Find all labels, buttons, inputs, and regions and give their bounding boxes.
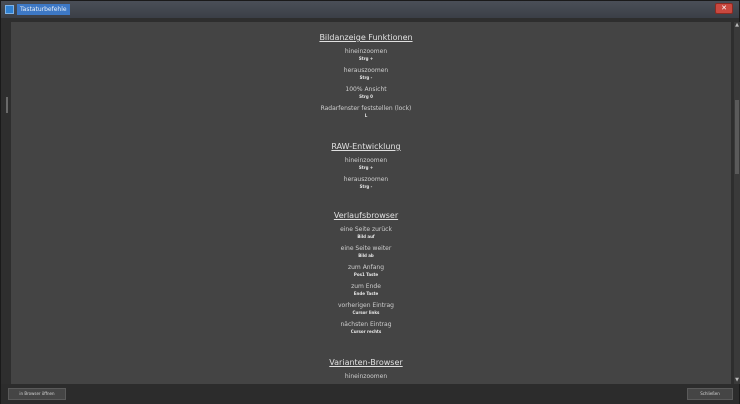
shortcut-section: RAW-Entwicklung hineinzoomen Strg + herausz… (11, 141, 721, 190)
shortcut-entry: herauszoomen Strg - (11, 176, 721, 190)
title-bar[interactable]: Tastaturbefehle ✕ (1, 1, 739, 18)
open-in-browser-button[interactable]: in Browser öffnen (8, 388, 66, 400)
section-heading: Varianten-Browser (329, 358, 403, 367)
shortcut-list: Bildanzeige Funktionen hineinzoomen Strg +… (11, 22, 721, 381)
shortcut-action-label: 100% Ansicht (345, 86, 387, 93)
shortcut-key-label: Strg + (358, 56, 374, 61)
shortcut-entry: nächsten Eintrag Cursor rechts (11, 321, 721, 335)
scroll-down-arrow-icon[interactable]: ▼ (734, 377, 740, 384)
section-heading: RAW-Entwicklung (331, 142, 401, 151)
shortcut-entry: zum Ende Ende Taste (11, 283, 721, 297)
shortcut-action-label: hineinzoomen (344, 48, 388, 55)
shortcut-list-panel[interactable]: Bildanzeige Funktionen hineinzoomen Strg +… (11, 22, 731, 384)
shortcut-section: Bildanzeige Funktionen hineinzoomen Strg +… (11, 32, 721, 119)
shortcut-action-label: hineinzoomen (344, 373, 388, 380)
shortcut-entry: hineinzoomen Strg + (11, 48, 721, 62)
shortcut-entry: eine Seite weiter Bild ab (11, 245, 721, 259)
shortcut-action-label: vorherigen Eintrag (338, 302, 394, 309)
shortcuts-window: Tastaturbefehle ✕ Bildanzeige Funktionen… (0, 0, 740, 404)
shortcut-action-label: Radarfenster feststellen (lock) (320, 105, 412, 112)
shortcut-key-label: Cursor rechts (350, 329, 382, 334)
shortcut-action-label: hineinzoomen (344, 157, 388, 164)
shortcut-key-label: Ende Taste (353, 291, 379, 296)
section-heading: Bildanzeige Funktionen (319, 33, 413, 42)
shortcut-entry: 100% Ansicht Strg 0 (11, 86, 721, 100)
shortcut-key-label: Bild auf (357, 234, 375, 239)
scroll-thumb[interactable] (735, 100, 739, 174)
shortcut-key-label: Strg 0 (359, 94, 373, 99)
window-title: Tastaturbefehle (17, 4, 70, 15)
shortcut-action-label: eine Seite zurück (340, 226, 392, 233)
shortcut-key-label: Cursor links (352, 310, 380, 315)
close-button[interactable]: Schließen (687, 388, 733, 400)
section-heading: Verlaufsbrowser (333, 211, 399, 220)
shortcut-section: Varianten-Browser hineinzoomen (11, 357, 721, 381)
shortcut-action-label: zum Ende (351, 283, 381, 290)
shortcut-key-label: Strg - (359, 75, 373, 80)
shortcut-key-label: L (364, 113, 368, 118)
shortcut-section: Verlaufsbrowser eine Seite zurück Bild auf… (11, 210, 721, 335)
shortcut-entry: herauszoomen Strg - (11, 67, 721, 81)
footer-bar: in Browser öffnen Schließen (1, 384, 739, 404)
vertical-scrollbar[interactable]: ▲ ▼ (734, 22, 740, 384)
app-icon (5, 5, 14, 14)
shortcut-action-label: herauszoomen (343, 176, 389, 183)
left-edge-marker (6, 97, 8, 113)
shortcut-action-label: nächsten Eintrag (340, 321, 392, 328)
shortcut-entry: vorherigen Eintrag Cursor links (11, 302, 721, 316)
shortcut-entry: hineinzoomen Strg + (11, 157, 721, 171)
shortcut-entry: zum Anfang Pos1 Taste (11, 264, 721, 278)
shortcut-action-label: herauszoomen (343, 67, 389, 74)
shortcut-key-label: Bild ab (358, 253, 374, 258)
shortcut-action-label: zum Anfang (347, 264, 384, 271)
scroll-up-arrow-icon[interactable]: ▲ (734, 22, 740, 29)
close-window-button[interactable]: ✕ (715, 3, 733, 14)
shortcut-key-label: Pos1 Taste (353, 272, 379, 277)
shortcut-key-label: Strg - (359, 184, 373, 189)
shortcut-entry: eine Seite zurück Bild auf (11, 226, 721, 240)
shortcut-key-label: Strg + (358, 165, 374, 170)
shortcut-action-label: eine Seite weiter (340, 245, 392, 252)
shortcut-entry: Radarfenster feststellen (lock) L (11, 105, 721, 119)
shortcut-entry: hineinzoomen (11, 373, 721, 381)
